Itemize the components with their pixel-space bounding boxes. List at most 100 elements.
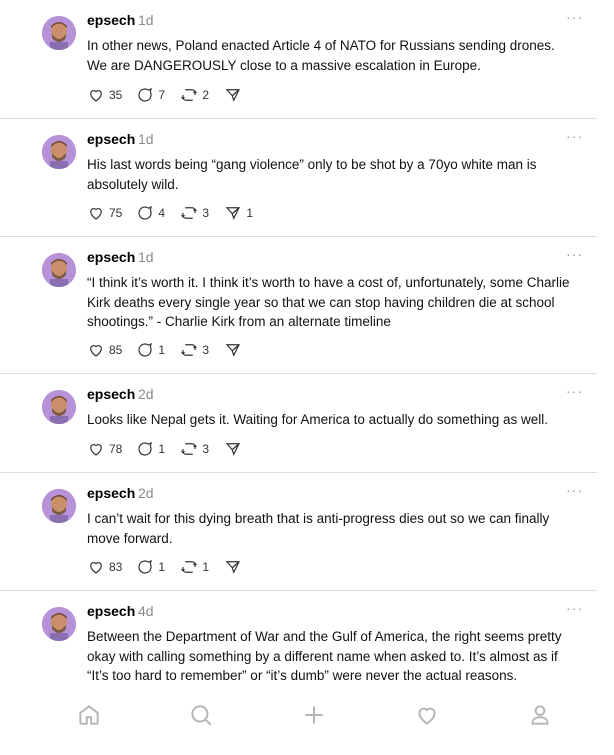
reply-icon (138, 441, 153, 456)
share-count: 1 (246, 206, 254, 220)
repost-button[interactable]: 3 (180, 341, 210, 359)
reply-button[interactable]: 1 (136, 558, 166, 576)
like-count: 75 (109, 206, 123, 220)
search-icon[interactable] (188, 702, 214, 728)
post-text: “I think it’s worth it. I think it’s wor… (87, 275, 570, 329)
repost-icon (181, 89, 198, 101)
post-text: In other news, Poland enacted Article 4 … (87, 38, 555, 73)
reply-icon (138, 87, 153, 102)
more-options-icon[interactable]: ··· (566, 246, 583, 262)
more-options-icon[interactable]: ··· (566, 128, 583, 144)
bottom-tab-bar (0, 690, 614, 755)
reply-button[interactable]: 4 (136, 204, 166, 222)
feed: epsech 1d ··· In other news, Poland enac… (0, 0, 597, 701)
like-button[interactable]: 85 (87, 341, 122, 359)
post[interactable]: epsech 2d ··· Looks like Nepal gets it. … (0, 374, 597, 473)
like-count: 78 (109, 442, 123, 456)
timestamp[interactable]: 2d (138, 386, 154, 402)
repost-icon (181, 344, 198, 356)
heart-icon (90, 444, 102, 456)
repost-count: 3 (202, 442, 210, 456)
post[interactable]: epsech 1d ··· His last words being “gang… (0, 119, 597, 237)
avatar[interactable] (42, 135, 76, 169)
reply-icon (138, 559, 153, 574)
username[interactable]: epsech (87, 131, 135, 147)
repost-count: 3 (202, 206, 210, 220)
avatar[interactable] (42, 489, 76, 523)
post-actions: 35 7 2 (87, 86, 268, 104)
post-actions: 78 1 3 (87, 440, 268, 458)
like-count: 35 (109, 88, 123, 102)
repost-button[interactable]: 3 (180, 204, 210, 222)
repost-button[interactable]: 3 (180, 440, 210, 458)
activity-icon[interactable] (414, 702, 440, 728)
username[interactable]: epsech (87, 485, 135, 501)
share-icon (226, 443, 241, 456)
repost-button[interactable]: 1 (180, 558, 210, 576)
share-button[interactable] (224, 558, 254, 576)
more-options-icon[interactable]: ··· (566, 9, 583, 25)
more-options-icon[interactable]: ··· (566, 600, 583, 616)
like-count: 83 (109, 560, 123, 574)
avatar[interactable] (42, 16, 76, 50)
like-button[interactable]: 35 (87, 86, 122, 104)
like-button[interactable]: 75 (87, 204, 122, 222)
share-icon (226, 561, 241, 574)
post-actions: 75 4 3 1 (87, 204, 268, 222)
reply-button[interactable]: 1 (136, 440, 166, 458)
reply-count: 1 (158, 442, 166, 456)
post[interactable]: epsech 1d ··· In other news, Poland enac… (0, 0, 597, 119)
avatar[interactable] (42, 390, 76, 424)
share-button[interactable] (224, 86, 254, 104)
repost-icon (181, 561, 198, 573)
share-icon (226, 89, 241, 102)
share-icon (226, 344, 241, 357)
reply-count: 7 (158, 88, 166, 102)
home-icon[interactable] (76, 702, 102, 728)
timestamp[interactable]: 4d (138, 603, 154, 619)
like-button[interactable]: 78 (87, 440, 122, 458)
username[interactable]: epsech (87, 249, 135, 265)
reply-count: 1 (158, 343, 166, 357)
timestamp[interactable]: 2d (138, 485, 154, 501)
post-actions: 83 1 1 (87, 558, 268, 576)
post-text: His last words being “gang violence” onl… (87, 157, 537, 192)
repost-button[interactable]: 2 (180, 86, 210, 104)
reply-button[interactable]: 7 (136, 86, 166, 104)
timestamp[interactable]: 1d (138, 131, 154, 147)
post[interactable]: epsech 1d ··· “I think it’s worth it. I … (0, 237, 597, 374)
heart-icon (90, 90, 102, 102)
username[interactable]: epsech (87, 386, 135, 402)
post[interactable]: epsech 4d ··· Between the Department of … (0, 591, 597, 701)
repost-count: 2 (202, 88, 210, 102)
post-text: Between the Department of War and the Gu… (87, 629, 562, 683)
post[interactable]: epsech 2d ··· I can’t wait for this dyin… (0, 473, 597, 591)
heart-icon (90, 562, 102, 574)
post-text: Looks like Nepal gets it. Waiting for Am… (87, 412, 548, 427)
heart-icon (90, 345, 102, 357)
reply-count: 4 (158, 206, 166, 220)
repost-icon (181, 443, 198, 455)
profile-icon[interactable] (527, 702, 553, 728)
reply-count: 1 (158, 560, 166, 574)
repost-count: 3 (202, 343, 210, 357)
share-icon (226, 207, 241, 220)
timestamp[interactable]: 1d (138, 12, 154, 28)
post-actions: 85 1 3 (87, 341, 268, 359)
reply-button[interactable]: 1 (136, 341, 166, 359)
like-button[interactable]: 83 (87, 558, 122, 576)
reply-icon (138, 205, 153, 220)
more-options-icon[interactable]: ··· (566, 383, 583, 399)
compose-icon[interactable] (301, 702, 327, 728)
username[interactable]: epsech (87, 12, 135, 28)
username[interactable]: epsech (87, 603, 135, 619)
share-button[interactable] (224, 440, 254, 458)
avatar[interactable] (42, 607, 76, 641)
share-button[interactable] (224, 341, 254, 359)
share-button[interactable]: 1 (224, 204, 254, 222)
repost-icon (181, 207, 198, 219)
avatar[interactable] (42, 253, 76, 287)
more-options-icon[interactable]: ··· (566, 482, 583, 498)
post-text: I can’t wait for this dying breath that … (87, 511, 550, 546)
timestamp[interactable]: 1d (138, 249, 154, 265)
